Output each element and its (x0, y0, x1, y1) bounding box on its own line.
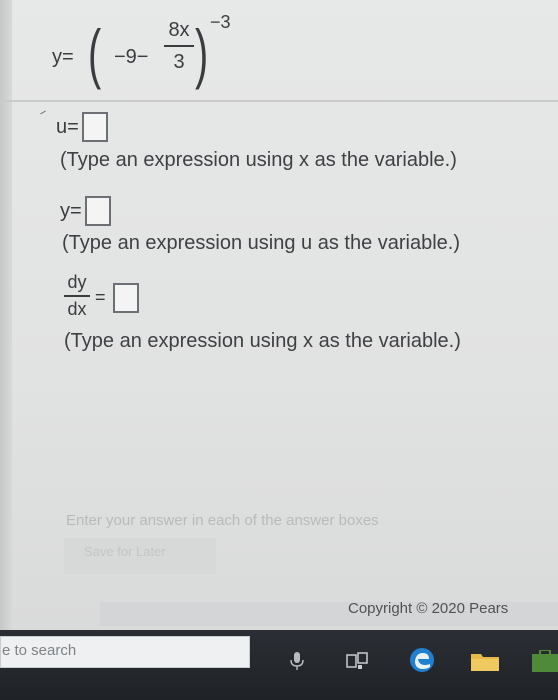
derivative-label: dy dx (64, 272, 90, 320)
u-hint: (Type an expression using x as the varia… (60, 149, 457, 171)
fraction-numerator: 8x (168, 19, 190, 41)
scroll-edge[interactable] (0, 0, 12, 630)
derivative-hint: (Type an expression using x as the varia… (64, 330, 461, 352)
task-view-icon[interactable] (346, 652, 368, 675)
section-divider (0, 100, 558, 102)
y-hint: (Type an expression using u as the varia… (62, 232, 460, 254)
save-for-later-button[interactable]: Save for Later (64, 538, 216, 574)
u-answer-row: u= (56, 112, 108, 142)
edge-browser-icon[interactable] (408, 646, 436, 679)
u-answer-box[interactable] (81, 112, 108, 142)
y-answer-row: y= (60, 196, 111, 226)
microphone-icon[interactable] (290, 652, 304, 675)
equation-fraction: 8x 3 (164, 18, 194, 74)
derivative-bar (64, 295, 90, 297)
fraction-denominator: 3 (173, 51, 185, 73)
paren-open: ( (88, 16, 102, 90)
derivative-answer-box[interactable] (113, 283, 139, 313)
fraction-bar (164, 45, 194, 47)
copyright-text: Copyright © 2020 Pears (348, 600, 509, 617)
paren-close: ) (195, 16, 209, 90)
derivative-equals: = (95, 287, 106, 307)
equation-y-label: y= (52, 46, 74, 68)
y-label: y= (60, 199, 82, 222)
corner-tick (40, 110, 46, 115)
taskbar-search-text: e to search (2, 642, 77, 659)
derivative-denominator: dx (67, 299, 87, 319)
question-panel: y= ( −9− 8x 3 ) −3 u= (Type an expressio… (0, 0, 558, 630)
store-icon[interactable] (532, 649, 558, 677)
equation-inner-term: −9− (114, 46, 149, 68)
u-label: u= (56, 115, 79, 138)
y-answer-box[interactable] (84, 196, 111, 226)
derivative-numerator: dy (67, 272, 87, 292)
status-message: Enter your answer in each of the answer … (66, 512, 379, 529)
equation-exponent: −3 (210, 12, 231, 32)
file-explorer-icon[interactable] (470, 650, 500, 677)
